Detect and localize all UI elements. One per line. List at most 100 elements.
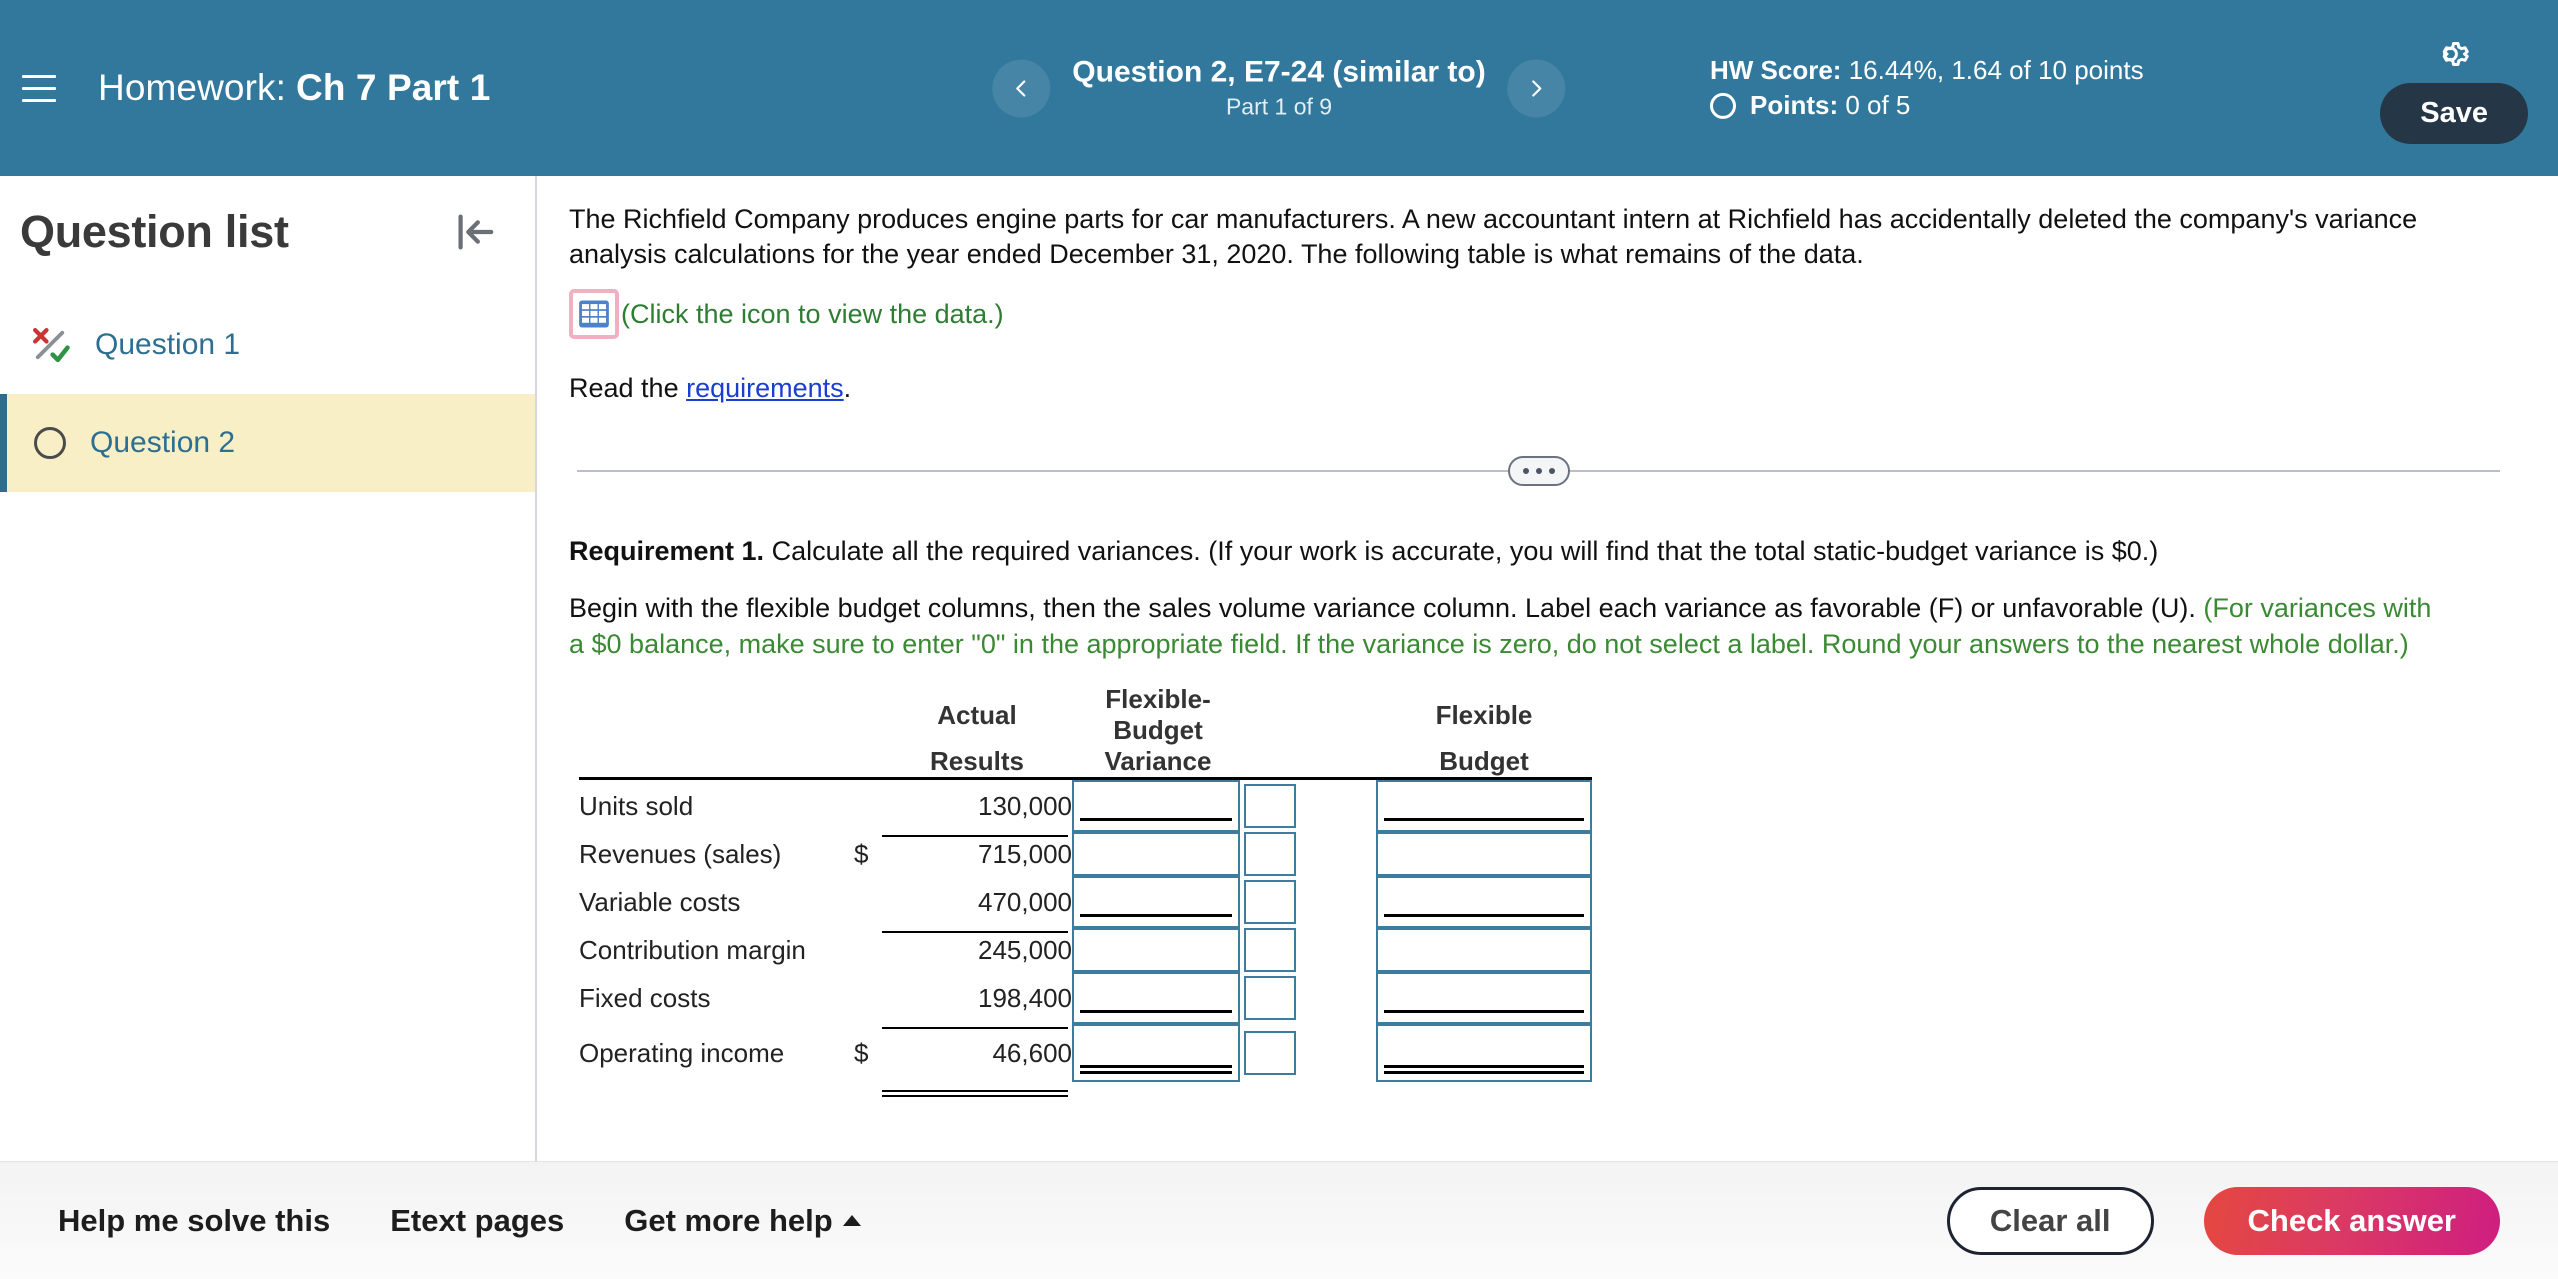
header-label-col-spacer1	[1244, 684, 1376, 746]
variance-input[interactable]	[1072, 928, 1240, 973]
row-variance-input-cell	[1072, 832, 1244, 877]
flexible-budget-input[interactable]	[1376, 1024, 1592, 1083]
etext-pages-label: Etext pages	[390, 1202, 565, 1238]
requirement-heading: Requirement 1. Calculate all the require…	[569, 536, 2508, 567]
assignment-name: Ch 7 Part 1	[296, 67, 491, 108]
variance-answer-table: Actual Flexible-Budget Flexible Results …	[579, 684, 1592, 1093]
favorable-label-input[interactable]	[1244, 976, 1296, 1021]
drag-handle-dots-icon[interactable]	[1507, 456, 1570, 487]
row-label: Contribution margin	[579, 934, 806, 965]
table-header-row-2: Results Variance Budget	[579, 746, 1592, 779]
flexible-budget-input[interactable]	[1376, 876, 1592, 929]
get-more-help-button[interactable]: Get more help	[624, 1202, 861, 1239]
row-dollar-sign	[854, 972, 882, 1024]
help-me-solve-this-button[interactable]: Help me solve this	[58, 1203, 330, 1239]
circle-unanswered-icon	[34, 427, 66, 459]
row-budget-input-cell	[1376, 832, 1592, 877]
hw-score-row: HW Score: 16.44%, 1.64 of 10 points	[1710, 53, 2144, 88]
favorable-label-input[interactable]	[1244, 784, 1296, 829]
row-label: Fixed costs	[579, 982, 711, 1013]
header-label-col-spacer2	[1244, 746, 1376, 779]
row-fu-input-cell	[1244, 777, 1376, 833]
row-variance-input-cell	[1072, 1024, 1244, 1083]
header-actual-line2: Results	[930, 746, 1024, 777]
row-dollar-sign: $	[854, 1037, 869, 1068]
row-fu-input-cell	[1244, 876, 1376, 928]
row-variance-input-cell	[1072, 876, 1244, 929]
requirement-text: Calculate all the required variances. (I…	[764, 536, 2159, 567]
next-question-button[interactable]	[1507, 59, 1566, 117]
help-me-solve-this-label: Help me solve this	[58, 1202, 331, 1238]
read-requirements-prefix: Read the	[569, 373, 687, 404]
clear-all-button[interactable]: Clear all	[1946, 1186, 2154, 1255]
row-dollar-sign	[854, 777, 882, 833]
row-label: Revenues (sales)	[579, 838, 782, 869]
row-dollar-sign: $	[854, 838, 869, 869]
flexible-budget-input[interactable]	[1376, 928, 1592, 973]
collapse-left-icon[interactable]	[451, 209, 497, 255]
table-grid-icon	[579, 300, 609, 328]
section-divider	[577, 456, 2500, 487]
row-fu-input-cell	[1244, 972, 1376, 1024]
favorable-label-input[interactable]	[1244, 880, 1296, 925]
current-part-label: Part 1 of 9	[1225, 93, 1333, 120]
prev-question-button[interactable]	[992, 59, 1051, 117]
header-actions: Save	[2380, 0, 2528, 176]
flexible-budget-input[interactable]	[1376, 832, 1592, 877]
requirement-label: Requirement 1.	[569, 536, 765, 567]
save-button[interactable]: Save	[2380, 82, 2528, 144]
row-actual-value: 470,000	[882, 876, 1072, 934]
flexible-budget-input[interactable]	[1376, 780, 1592, 833]
table-row: Units sold 130,000	[579, 777, 1592, 839]
row-budget-input-cell	[1376, 1024, 1592, 1083]
variance-input[interactable]	[1072, 972, 1240, 1025]
favorable-label-input[interactable]	[1244, 928, 1296, 973]
app-footer: Help me solve this Etext pages Get more …	[0, 1161, 2558, 1279]
question-list-title: Question list	[20, 206, 289, 257]
score-summary: HW Score: 16.44%, 1.64 of 10 points Poin…	[1710, 53, 2144, 123]
table-row: Operating income $ 46,600	[579, 1024, 1592, 1093]
row-dollar-sign	[854, 876, 882, 928]
view-data-button[interactable]	[569, 289, 619, 340]
hw-score-label: HW Score:	[1710, 54, 1842, 85]
sidebar-item-question-2[interactable]: Question 2	[0, 394, 535, 492]
variance-input[interactable]	[1072, 780, 1240, 833]
flexible-budget-input[interactable]	[1376, 972, 1592, 1025]
check-answer-button[interactable]: Check answer	[2203, 1186, 2500, 1255]
row-variance-input-cell	[1072, 777, 1244, 833]
sidebar-item-label: Question 2	[90, 426, 236, 459]
row-label: Variable costs	[579, 886, 741, 917]
homework-label: Homework:	[98, 67, 286, 108]
header-budget-line1: Flexible	[1435, 699, 1533, 730]
homework-app: Homework: Ch 7 Part 1 Question 2, E7-24 (…	[0, 0, 2558, 1279]
requirement-instructions: Begin with the flexible budget columns, …	[569, 591, 2449, 662]
question-navigator-labels: Question 2, E7-24 (similar to) Part 1 of…	[1072, 56, 1485, 121]
question-list-header: Question list	[0, 176, 535, 258]
etext-pages-button[interactable]: Etext pages	[390, 1203, 564, 1239]
sidebar-item-question-1[interactable]: Question 1	[0, 296, 535, 394]
row-actual-value: 130,000	[882, 777, 1072, 839]
favorable-label-input[interactable]	[1244, 832, 1296, 877]
variance-input[interactable]	[1072, 832, 1240, 877]
header-variance-line1: Flexible-Budget	[1105, 684, 1211, 746]
row-budget-input-cell	[1376, 876, 1592, 929]
gear-icon[interactable]	[2433, 33, 2475, 75]
header-variance-line2: Variance	[1104, 746, 1212, 777]
variance-input[interactable]	[1072, 1024, 1240, 1083]
partial-credit-icon	[33, 328, 70, 363]
question-content: The Richfield Company produces engine pa…	[537, 176, 2558, 1161]
row-actual-value: 245,000	[978, 934, 1072, 965]
row-dollar-sign	[854, 928, 882, 972]
table-header-row-1: Actual Flexible-Budget Flexible	[579, 684, 1592, 746]
get-more-help-label: Get more help	[624, 1202, 833, 1238]
hamburger-icon[interactable]	[22, 64, 70, 112]
requirements-link[interactable]: requirements	[686, 373, 844, 403]
points-row: Points: 0 of 5	[1710, 88, 2144, 123]
row-budget-input-cell	[1376, 928, 1592, 973]
data-table-link-row: (Click the icon to view the data.)	[569, 289, 2508, 340]
row-budget-input-cell	[1376, 777, 1592, 833]
hw-score-value: 16.44%, 1.64 of 10 points	[1848, 54, 2144, 85]
variance-input[interactable]	[1072, 876, 1240, 929]
favorable-label-input[interactable]	[1244, 1031, 1296, 1076]
header-budget-line2: Budget	[1439, 746, 1529, 777]
